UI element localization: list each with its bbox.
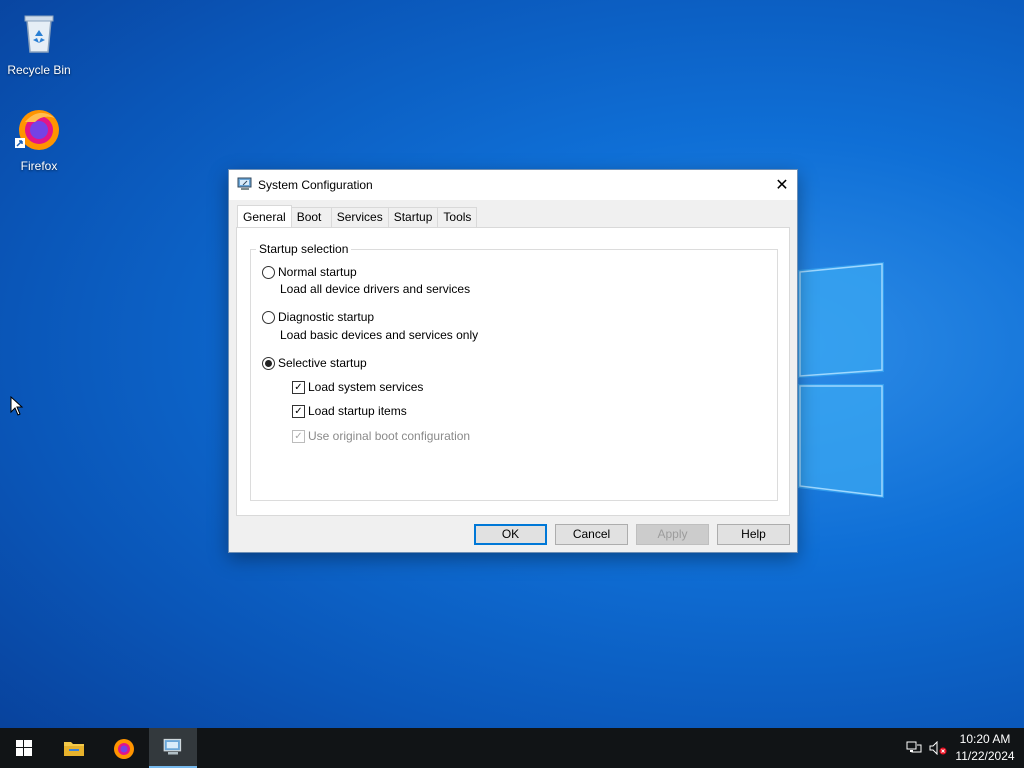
apply-button: Apply <box>636 524 709 545</box>
help-button[interactable]: Help <box>717 524 790 545</box>
diagnostic-startup-radio[interactable]: Diagnostic startup <box>262 310 374 324</box>
system-configuration-dialog: System Configuration ✕ General Boot Serv… <box>228 169 798 553</box>
start-icon <box>16 740 32 756</box>
tab-startup[interactable]: Startup <box>387 207 439 227</box>
taskbar-firefox[interactable] <box>100 728 148 768</box>
system-configuration-icon <box>237 177 252 190</box>
selective-startup-radio[interactable]: Selective startup <box>262 356 367 370</box>
firefox-icon <box>15 110 59 150</box>
checkbox-checked[interactable]: ✓ <box>292 380 305 394</box>
taskbar-file-explorer[interactable] <box>50 728 98 768</box>
radio-button[interactable] <box>262 310 275 324</box>
desktop-icon-label: Recycle Bin <box>7 63 71 77</box>
taskbar: 10:20 AM 11/22/2024 <box>0 728 1024 768</box>
tab-boot[interactable]: Boot <box>290 207 332 227</box>
volume-muted-icon[interactable] <box>926 728 950 768</box>
use-original-boot-configuration-checkbox: ✓ Use original boot configuration <box>292 429 470 443</box>
desktop-icon-firefox[interactable]: Firefox <box>1 104 77 173</box>
normal-startup-label: Normal startup <box>278 265 357 279</box>
load-system-services-checkbox[interactable]: ✓ Load system services <box>292 380 423 394</box>
selective-startup-label: Selective startup <box>278 356 367 370</box>
tab-strip: General Boot Services Startup Tools <box>237 205 478 227</box>
tab-services[interactable]: Services <box>330 207 389 227</box>
radio-button-selected[interactable] <box>262 356 275 370</box>
recycle-bin-icon <box>24 15 54 53</box>
network-icon[interactable] <box>902 728 926 768</box>
checkbox-disabled-checked: ✓ <box>292 429 305 443</box>
desktop: Recycle Bin Firefox System Configuration <box>0 0 1024 728</box>
system-configuration-icon <box>163 738 182 755</box>
cancel-button[interactable]: Cancel <box>555 524 628 545</box>
desktop-icon-label: Firefox <box>20 159 58 173</box>
firefox-icon <box>114 739 134 759</box>
normal-startup-radio[interactable]: Normal startup <box>262 265 357 279</box>
taskbar-system-configuration[interactable] <box>149 728 197 768</box>
close-button[interactable]: ✕ <box>767 170 797 200</box>
clock-time: 10:20 AM <box>959 732 1011 746</box>
close-icon: ✕ <box>775 177 789 194</box>
load-startup-items-checkbox[interactable]: ✓ Load startup items <box>292 404 407 418</box>
tab-general[interactable]: General <box>237 205 292 227</box>
diagnostic-startup-description: Load basic devices and services only <box>280 328 479 342</box>
startup-selection-group: Startup selection Normal startup Load al… <box>250 242 778 501</box>
clock[interactable]: 10:20 AM 11/22/2024 <box>950 731 1020 765</box>
group-title: Startup selection <box>256 242 352 256</box>
start-button[interactable] <box>0 728 48 768</box>
use-original-boot-configuration-label: Use original boot configuration <box>308 429 471 443</box>
normal-startup-description: Load all device drivers and services <box>280 282 471 296</box>
dialog-title: System Configuration <box>258 178 373 192</box>
desktop-icon-recycle-bin[interactable]: Recycle Bin <box>1 8 77 77</box>
mouse-cursor-icon <box>10 396 24 416</box>
general-tab-panel: Startup selection Normal startup Load al… <box>236 227 790 516</box>
diagnostic-startup-label: Diagnostic startup <box>278 310 375 324</box>
tab-tools[interactable]: Tools <box>437 207 478 227</box>
ok-button[interactable]: OK <box>474 524 547 545</box>
title-bar[interactable]: System Configuration ✕ <box>229 170 797 200</box>
file-explorer-icon <box>64 742 84 756</box>
radio-button[interactable] <box>262 265 275 279</box>
system-tray: 10:20 AM 11/22/2024 <box>902 728 1024 768</box>
load-startup-items-label: Load startup items <box>308 404 407 418</box>
load-system-services-label: Load system services <box>308 380 424 394</box>
clock-date: 11/22/2024 <box>955 749 1015 763</box>
checkbox-checked[interactable]: ✓ <box>292 404 305 418</box>
